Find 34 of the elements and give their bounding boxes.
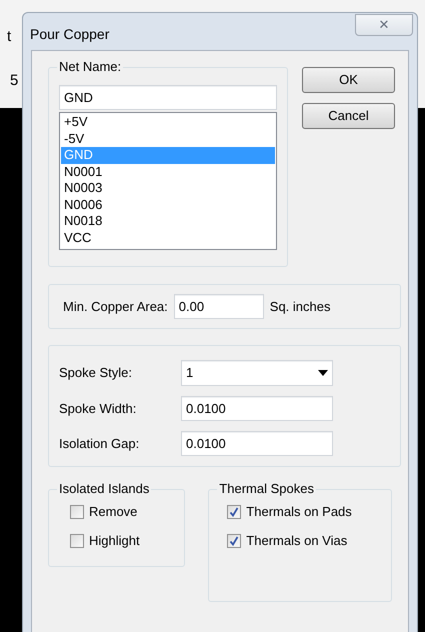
spoke-style-dropdown[interactable]: 1 xyxy=(181,360,333,386)
background-text: t xyxy=(7,28,12,46)
net-name-field[interactable]: GND xyxy=(59,85,277,110)
net-list-item[interactable]: -5V xyxy=(61,130,275,147)
check-icon xyxy=(229,536,240,546)
checkbox[interactable] xyxy=(227,534,242,548)
unit-label: Sq. inches xyxy=(270,298,330,316)
net-list-item[interactable]: N0006 xyxy=(61,196,275,213)
net-list-item[interactable]: N0001 xyxy=(61,164,275,180)
net-list-item[interactable]: N0018 xyxy=(61,213,275,230)
net-list-item[interactable]: N0003 xyxy=(61,180,275,196)
dialog-button[interactable]: Cancel xyxy=(302,103,395,129)
field-label: Spoke Width: xyxy=(59,400,138,418)
field-label: Min. Copper Area: xyxy=(63,298,168,316)
field-label: Spoke Style: xyxy=(59,364,133,382)
checkbox[interactable] xyxy=(70,534,84,548)
net-list-item[interactable]: +5V xyxy=(61,114,275,130)
dialog-button[interactable]: OK xyxy=(302,67,395,93)
check-icon xyxy=(229,507,240,517)
checkbox-label: Remove xyxy=(89,503,138,522)
spoke-field[interactable]: 0.0100 xyxy=(181,431,333,456)
checkbox[interactable] xyxy=(227,505,242,519)
window-title: Pour Copper xyxy=(30,25,110,44)
min-area-field[interactable]: 0.00 xyxy=(174,294,264,319)
spoke-field[interactable]: 0.0100 xyxy=(181,396,333,421)
net-list-item[interactable]: VCC xyxy=(61,230,275,246)
checkbox-label: Highlight xyxy=(89,532,140,550)
close-button[interactable]: ✕ xyxy=(355,14,413,36)
checkbox-label: Thermals on Pads xyxy=(246,503,352,522)
background-text: 5 xyxy=(10,72,18,90)
dropdown-arrow-icon xyxy=(318,370,328,376)
checkbox[interactable] xyxy=(70,505,84,519)
field-label: Isolation Gap: xyxy=(59,434,140,453)
checkbox-label: Thermals on Vias xyxy=(246,532,348,550)
